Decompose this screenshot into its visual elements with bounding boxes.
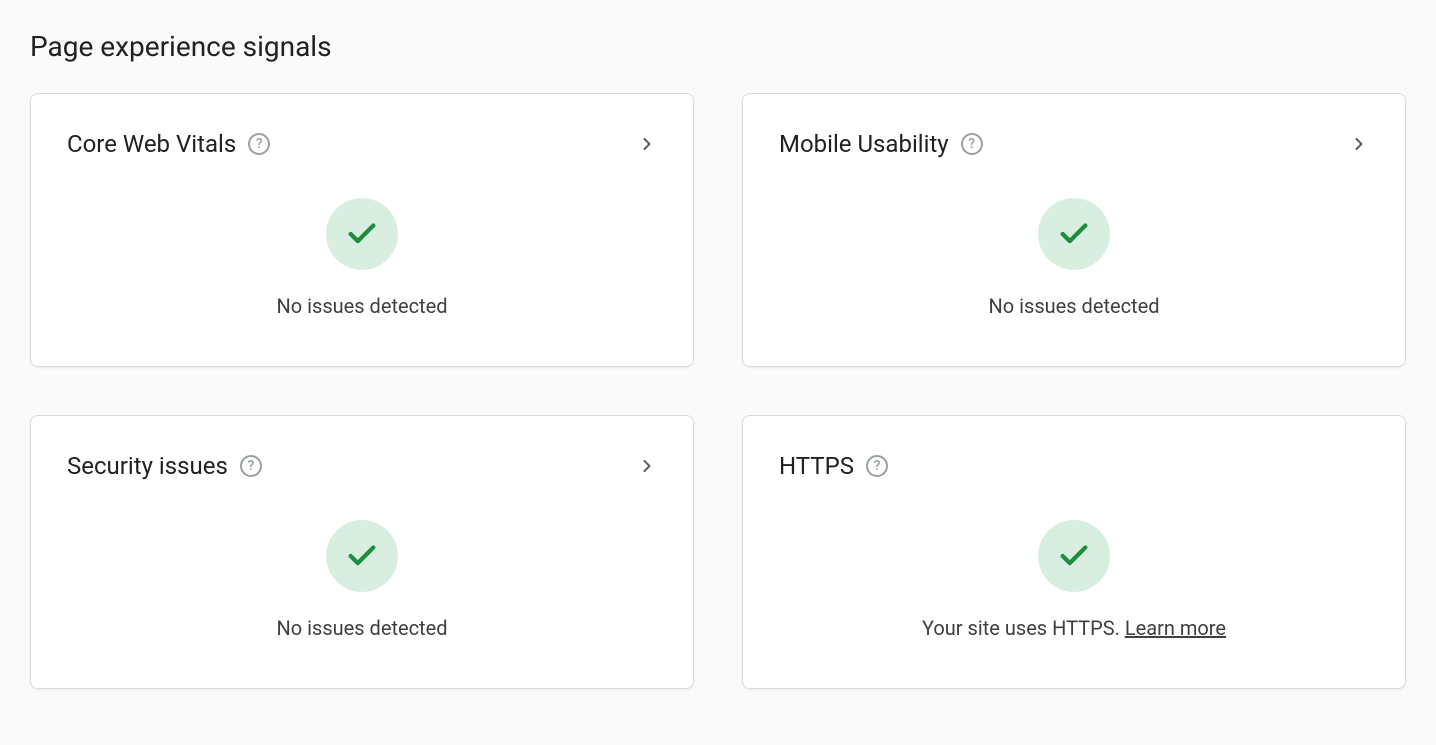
status-success-icon — [326, 198, 398, 270]
card-header: Mobile Usability ? — [779, 130, 1369, 158]
chevron-right-icon[interactable] — [637, 134, 657, 154]
status-text: No issues detected — [277, 294, 448, 318]
status-success-icon — [1038, 198, 1110, 270]
chevron-right-icon[interactable] — [637, 456, 657, 476]
card-body: No issues detected — [67, 520, 657, 640]
chevron-right-icon[interactable] — [1349, 134, 1369, 154]
check-icon — [1057, 217, 1091, 251]
card-header: Security issues ? — [67, 452, 657, 480]
card-title: HTTPS — [779, 452, 854, 480]
status-text: No issues detected — [277, 616, 448, 640]
card-body: Your site uses HTTPS. Learn more — [779, 520, 1369, 640]
status-text: No issues detected — [989, 294, 1160, 318]
card-body: No issues detected — [779, 198, 1369, 318]
card-header: HTTPS ? — [779, 452, 1369, 480]
status-success-icon — [1038, 520, 1110, 592]
check-icon — [1057, 539, 1091, 573]
card-mobile-usability[interactable]: Mobile Usability ? No issues detected — [742, 93, 1406, 367]
card-title: Core Web Vitals — [67, 130, 236, 158]
learn-more-link[interactable]: Learn more — [1125, 616, 1226, 640]
https-status-prefix: Your site uses HTTPS. — [922, 616, 1125, 640]
card-https: HTTPS ? Your site uses HTTPS. Learn more — [742, 415, 1406, 689]
page-title: Page experience signals — [30, 30, 1406, 63]
cards-grid: Core Web Vitals ? No issues detected Mob… — [30, 93, 1406, 689]
card-security-issues[interactable]: Security issues ? No issues detected — [30, 415, 694, 689]
check-icon — [345, 217, 379, 251]
check-icon — [345, 539, 379, 573]
card-body: No issues detected — [67, 198, 657, 318]
card-title: Security issues — [67, 452, 228, 480]
card-core-web-vitals[interactable]: Core Web Vitals ? No issues detected — [30, 93, 694, 367]
card-header: Core Web Vitals ? — [67, 130, 657, 158]
help-icon[interactable]: ? — [866, 455, 888, 477]
status-success-icon — [326, 520, 398, 592]
help-icon[interactable]: ? — [240, 455, 262, 477]
status-text: Your site uses HTTPS. Learn more — [922, 616, 1226, 640]
help-icon[interactable]: ? — [248, 133, 270, 155]
help-icon[interactable]: ? — [961, 133, 983, 155]
card-title: Mobile Usability — [779, 130, 949, 158]
